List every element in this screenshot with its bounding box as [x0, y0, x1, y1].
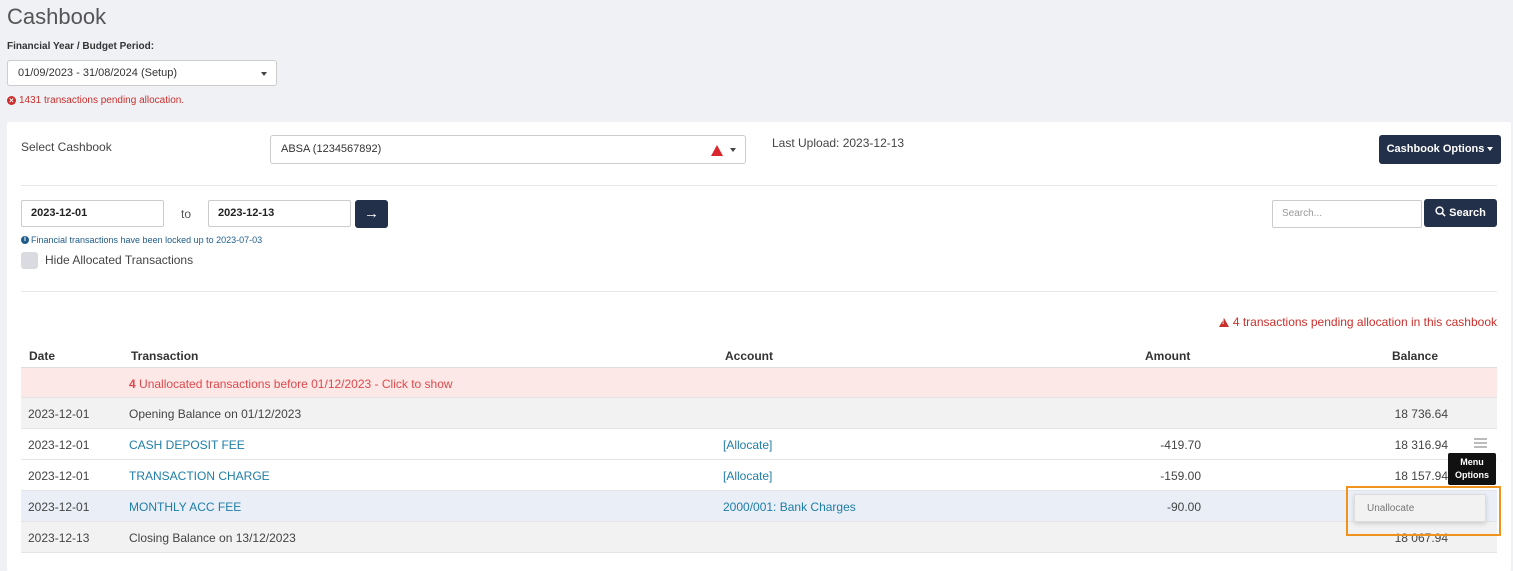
table-row: 2023-12-13 Closing Balance on 13/12/2023… [21, 522, 1497, 553]
warning-triangle-icon: ! [1218, 317, 1229, 327]
hamburger-icon[interactable] [1474, 438, 1487, 450]
apply-date-button[interactable]: → [355, 200, 388, 228]
table-row: 2023-12-01 CASH DEPOSIT FEE [Allocate] -… [21, 429, 1497, 460]
pending-allocation-alert: × 1431 transactions pending allocation. [7, 95, 184, 106]
transactions-table: Date Transaction Account Amount Balance … [21, 345, 1497, 553]
select-cashbook-label: Select Cashbook [21, 140, 112, 154]
cashbook-pending-text: 4 transactions pending allocation in thi… [1232, 315, 1497, 329]
warning-triangle-icon: ! [711, 145, 723, 165]
row-date: 2023-12-01 [28, 407, 90, 421]
row-date: 2023-12-13 [28, 531, 90, 545]
chevron-down-icon [730, 148, 736, 152]
header-balance: Balance [1392, 349, 1439, 363]
cashbook-pending-alert: ! 4 transactions pending allocation in t… [1218, 315, 1497, 329]
row-date: 2023-12-01 [28, 500, 90, 514]
last-upload-text: Last Upload: 2023-12-13 [772, 136, 905, 150]
to-label: to [181, 207, 192, 221]
table-row: 2023-12-01 TRANSACTION CHARGE [Allocate]… [21, 460, 1497, 491]
pending-allocation-text: 1431 transactions pending allocation. [19, 95, 185, 106]
row-amount: -159.00 [1160, 469, 1201, 483]
search-input[interactable]: Search... [1272, 200, 1422, 228]
search-icon [1435, 206, 1446, 217]
row-amount: -419.70 [1160, 438, 1201, 452]
unallocate-menu-item[interactable]: Unallocate [1354, 494, 1486, 522]
row-transaction-link[interactable]: TRANSACTION CHARGE [129, 469, 270, 483]
date-from-input[interactable]: 2023-12-01 [21, 200, 164, 227]
chevron-down-icon [1487, 147, 1494, 152]
locked-note: i Financial transactions have been locke… [21, 235, 262, 245]
row-amount: -90.00 [1166, 500, 1201, 514]
tooltip-line-2: Options [1455, 470, 1489, 480]
row-transaction-link[interactable]: MONTHLY ACC FEE [129, 500, 241, 514]
hide-allocated-checkbox[interactable] [21, 252, 38, 269]
divider [21, 291, 1497, 292]
cashbook-options-label: Cashbook Options [1386, 143, 1485, 155]
page-title: Cashbook [7, 4, 107, 29]
table-header: Date Transaction Account Amount Balance [21, 345, 1497, 368]
hide-allocated-label[interactable]: Hide Allocated Transactions [45, 253, 193, 267]
arrow-right-icon: → [364, 205, 379, 222]
header-account: Account [725, 349, 773, 363]
unallocated-before-row[interactable]: 4 Unallocated transactions before 01/12/… [21, 368, 1497, 398]
cashbook-select[interactable]: ABSA (1234567892) ! [270, 135, 746, 165]
row-transaction: Opening Balance on 01/12/2023 [129, 407, 302, 421]
row-transaction-link[interactable]: CASH DEPOSIT FEE [129, 438, 245, 452]
financial-year-select[interactable]: 01/09/2023 - 31/08/2024 (Setup) [7, 60, 277, 86]
allocate-link[interactable]: [Allocate] [723, 469, 772, 483]
search-label: Search [1449, 207, 1486, 219]
account-link[interactable]: 2000/001: Bank Charges [723, 500, 856, 514]
row-balance: 18 316.94 [1394, 438, 1448, 452]
cashbook-value: ABSA (1234567892) [281, 143, 382, 155]
row-balance: 18 736.64 [1394, 407, 1448, 421]
row-date: 2023-12-01 [28, 438, 90, 452]
row-date: 2023-12-01 [28, 469, 90, 483]
unallocated-label: Unallocated transactions before 01/12/20… [139, 377, 453, 391]
header-amount: Amount [1145, 349, 1191, 363]
cashbook-panel: Select Cashbook ABSA (1234567892) ! Last… [7, 122, 1511, 571]
table-row: 2023-12-01 MONTHLY ACC FEE 2000/001: Ban… [21, 491, 1497, 522]
unallocated-count: 4 [129, 377, 136, 391]
row-balance: 18 157.94 [1394, 469, 1448, 483]
locked-note-text: Financial transactions have been locked … [31, 235, 263, 245]
menu-options-tooltip: Menu Options [1448, 453, 1496, 485]
info-icon: i [21, 236, 29, 244]
search-button[interactable]: Search [1424, 199, 1497, 227]
allocate-link[interactable]: [Allocate] [723, 438, 772, 452]
header-transaction: Transaction [131, 349, 199, 363]
financial-year-label: Financial Year / Budget Period: [7, 41, 155, 52]
chevron-down-icon [261, 72, 267, 76]
financial-year-value: 01/09/2023 - 31/08/2024 (Setup) [18, 67, 178, 79]
unallocated-before-text[interactable]: 4 Unallocated transactions before 01/12/… [129, 377, 453, 391]
date-to-input[interactable]: 2023-12-13 [208, 200, 351, 227]
table-row: 2023-12-01 Opening Balance on 01/12/2023… [21, 398, 1497, 429]
divider [21, 185, 1497, 186]
x-circle-icon: × [7, 96, 16, 105]
header-date: Date [29, 349, 56, 363]
row-transaction: Closing Balance on 13/12/2023 [129, 531, 296, 545]
tooltip-line-1: Menu [1460, 457, 1484, 467]
cashbook-options-button[interactable]: Cashbook Options [1379, 135, 1501, 164]
